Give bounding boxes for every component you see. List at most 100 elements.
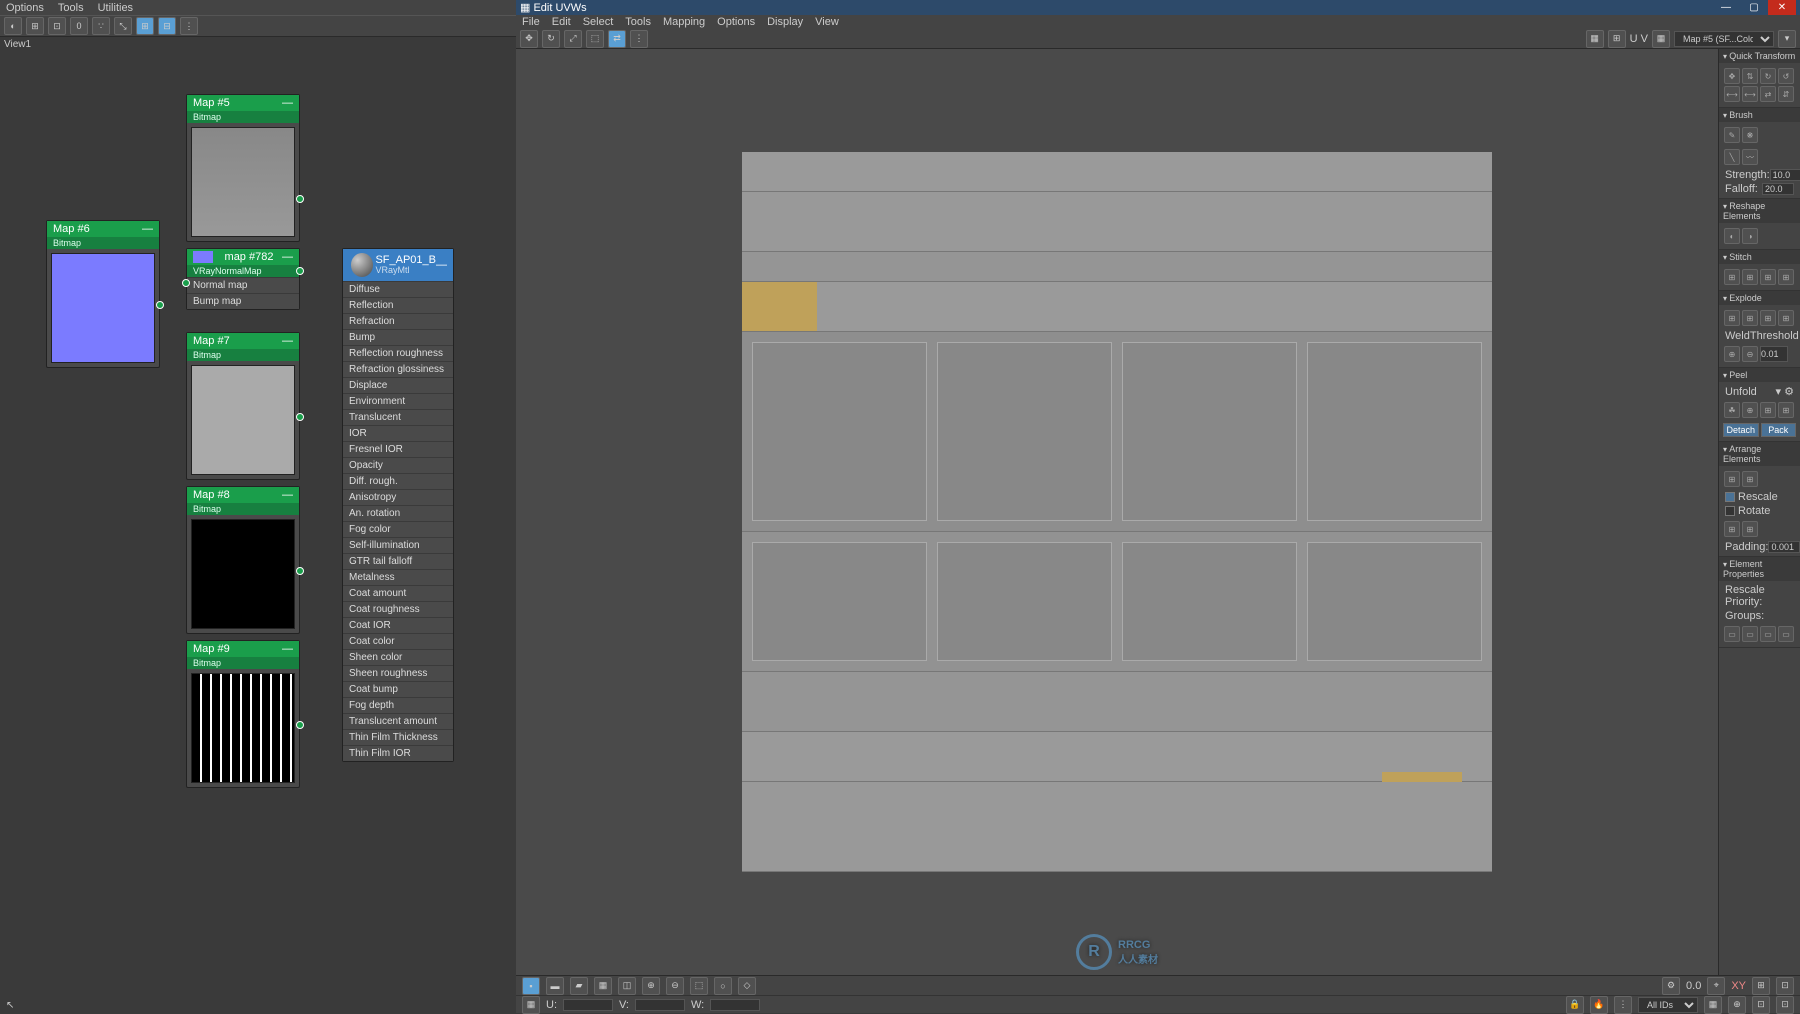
- grid-toggle2[interactable]: ⊡: [1776, 977, 1794, 995]
- node-collapse-icon[interactable]: —: [282, 251, 293, 263]
- mtl-slot[interactable]: Self-illumination: [343, 537, 453, 553]
- qt-btn[interactable]: ⇄: [1760, 86, 1776, 102]
- falloff-input[interactable]: [1762, 183, 1794, 195]
- node-collapse-icon[interactable]: —: [282, 643, 293, 655]
- sel-btn[interactable]: ⊖: [666, 977, 684, 995]
- padding-input[interactable]: [1768, 541, 1800, 553]
- rescale-checkbox[interactable]: [1725, 492, 1735, 502]
- brush-relax-icon[interactable]: ❋: [1742, 127, 1758, 143]
- sel-edge[interactable]: ▬: [546, 977, 564, 995]
- mtl-slot[interactable]: Coat amount: [343, 585, 453, 601]
- weld-btn[interactable]: ⊖: [1742, 346, 1758, 362]
- sel-btn[interactable]: ○: [714, 977, 732, 995]
- arrange-btn[interactable]: ⊞: [1724, 521, 1740, 537]
- node-map9[interactable]: Map #9— Bitmap: [186, 640, 300, 788]
- arrange-btn[interactable]: ⊞: [1742, 471, 1758, 487]
- stitch-btn[interactable]: ⊞: [1742, 269, 1758, 285]
- menu-display[interactable]: Display: [767, 16, 803, 28]
- menu-tools-uv[interactable]: Tools: [625, 16, 651, 28]
- stitch-btn[interactable]: ⊞: [1724, 269, 1740, 285]
- node-collapse-icon[interactable]: —: [282, 489, 293, 501]
- toolbar-btn-5[interactable]: ⤡: [114, 17, 132, 35]
- status-btn[interactable]: ▦: [522, 996, 540, 1014]
- mtl-slot[interactable]: Fresnel IOR: [343, 441, 453, 457]
- menu-options[interactable]: Options: [6, 2, 44, 14]
- mtl-slot[interactable]: Sheen roughness: [343, 665, 453, 681]
- mtl-slot[interactable]: Coat bump: [343, 681, 453, 697]
- stitch-btn[interactable]: ⊞: [1778, 269, 1794, 285]
- status-btn[interactable]: ▦: [1704, 996, 1722, 1014]
- section-arrange[interactable]: Arrange Elements: [1719, 442, 1800, 466]
- mtl-slot[interactable]: An. rotation: [343, 505, 453, 521]
- section-brush[interactable]: Brush: [1719, 108, 1800, 122]
- reshape-btn[interactable]: ◐: [1724, 228, 1740, 244]
- mtl-slot[interactable]: Bump: [343, 329, 453, 345]
- rotate-checkbox[interactable]: [1725, 506, 1735, 516]
- toolbar-counter[interactable]: 0: [70, 17, 88, 35]
- toolbar-btn-8[interactable]: ⋮: [180, 17, 198, 35]
- uv-viewport[interactable]: RRRCG人人素材: [516, 49, 1718, 975]
- maximize-button[interactable]: ▢: [1740, 0, 1768, 15]
- node-map5[interactable]: Map #5— Bitmap: [186, 94, 300, 242]
- show-map-icon[interactable]: ▦: [1652, 30, 1670, 48]
- menu-view[interactable]: View: [815, 16, 839, 28]
- section-peel[interactable]: Peel: [1719, 368, 1800, 382]
- unfold-dropdown-icon[interactable]: ▾ ⚙: [1776, 385, 1794, 398]
- toolbar-btn-1[interactable]: ◐: [4, 17, 22, 35]
- status-btn[interactable]: ⊡: [1776, 996, 1794, 1014]
- menu-options-uv[interactable]: Options: [717, 16, 755, 28]
- toolbar-btn-4[interactable]: ∵: [92, 17, 110, 35]
- toolbar-btn-7[interactable]: ⊟: [158, 17, 176, 35]
- mtl-slot[interactable]: Displace: [343, 377, 453, 393]
- stitch-btn[interactable]: ⊞: [1760, 269, 1776, 285]
- sel-btn[interactable]: ◇: [738, 977, 756, 995]
- node-collapse-icon[interactable]: —: [142, 223, 153, 235]
- mtl-slot[interactable]: Fog depth: [343, 697, 453, 713]
- toolbar-btn-2[interactable]: ⊞: [26, 17, 44, 35]
- mtl-slot[interactable]: Coat IOR: [343, 617, 453, 633]
- arrange-btn[interactable]: ⊞: [1724, 471, 1740, 487]
- mirror-tool[interactable]: ⇄: [608, 30, 626, 48]
- status-btn[interactable]: ⊕: [1728, 996, 1746, 1014]
- rotate-tool[interactable]: ↻: [542, 30, 560, 48]
- node-map7[interactable]: Map #7— Bitmap: [186, 332, 300, 480]
- mtl-slot[interactable]: Reflection: [343, 297, 453, 313]
- group-btn[interactable]: ▭: [1778, 626, 1794, 642]
- sel-btn[interactable]: ⬚: [690, 977, 708, 995]
- weld-btn[interactable]: ⊕: [1724, 346, 1740, 362]
- group-btn[interactable]: ▭: [1742, 626, 1758, 642]
- menu-select[interactable]: Select: [583, 16, 614, 28]
- move-tool[interactable]: ✥: [520, 30, 538, 48]
- explode-btn[interactable]: ⊞: [1724, 310, 1740, 326]
- reshape-btn[interactable]: ◑: [1742, 228, 1758, 244]
- qt-btn[interactable]: ⇅: [1742, 68, 1758, 84]
- node-collapse-icon[interactable]: —: [282, 335, 293, 347]
- node-vraymtl[interactable]: SF_AP01_B VRayMtl — Diffuse Reflection R…: [342, 248, 454, 762]
- mtl-slot[interactable]: Thin Film IOR: [343, 745, 453, 761]
- mtl-slot[interactable]: Coat roughness: [343, 601, 453, 617]
- sel-face[interactable]: ▰: [570, 977, 588, 995]
- peel-btn[interactable]: ⊞: [1760, 402, 1776, 418]
- node-collapse-icon[interactable]: —: [436, 259, 447, 271]
- menu-edit[interactable]: Edit: [552, 16, 571, 28]
- grid-icon[interactable]: ⊞: [1608, 30, 1626, 48]
- explode-btn[interactable]: ⊞: [1778, 310, 1794, 326]
- arrange-btn[interactable]: ⊞: [1742, 521, 1758, 537]
- magnet-icon[interactable]: ⌖: [1707, 977, 1725, 995]
- brush-curve-icon[interactable]: 〰: [1742, 149, 1758, 165]
- mtl-slot[interactable]: IOR: [343, 425, 453, 441]
- w-input[interactable]: [710, 999, 760, 1011]
- mtl-slot[interactable]: Translucent: [343, 409, 453, 425]
- peel-btn[interactable]: ☘: [1724, 402, 1740, 418]
- mtl-slot[interactable]: Sheen color: [343, 649, 453, 665]
- threshold-input[interactable]: [1760, 346, 1788, 362]
- section-explode[interactable]: Explode: [1719, 291, 1800, 305]
- toolbar-btn-6[interactable]: ⊞: [136, 17, 154, 35]
- normalmap-slot[interactable]: Normal map: [187, 277, 299, 293]
- tool-6[interactable]: ⋮: [630, 30, 648, 48]
- menu-utilities[interactable]: Utilities: [98, 2, 133, 14]
- dots-icon[interactable]: ⋮: [1614, 996, 1632, 1014]
- group-btn[interactable]: ▭: [1724, 626, 1740, 642]
- menu-tools[interactable]: Tools: [58, 2, 84, 14]
- node-normalmap[interactable]: map #782— VRayNormalMap Normal map Bump …: [186, 248, 300, 310]
